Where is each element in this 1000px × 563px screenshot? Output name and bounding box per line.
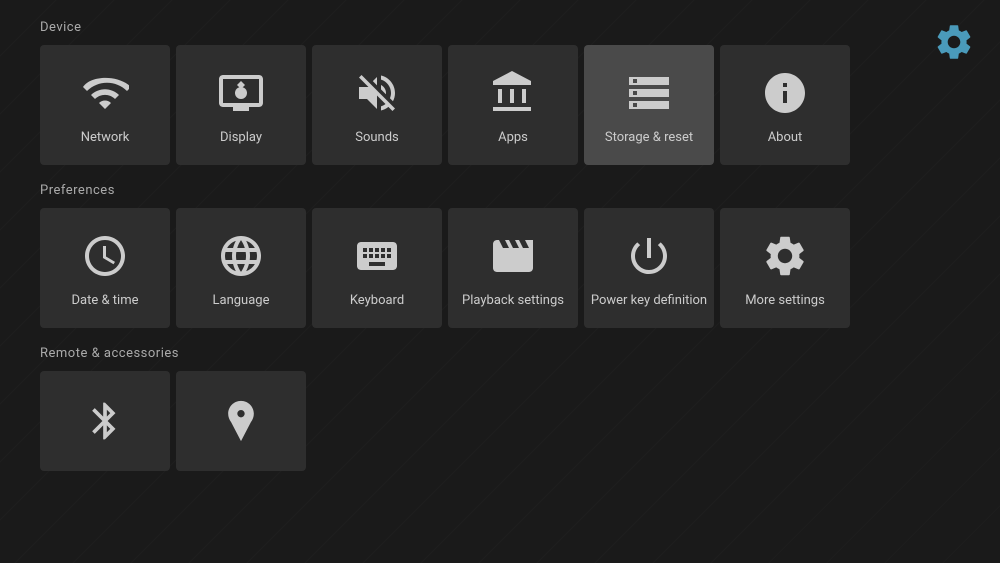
language-icon	[214, 229, 268, 283]
playback-icon	[486, 229, 540, 283]
tile-keyboard-label: Keyboard	[350, 293, 404, 308]
tile-datetime[interactable]: Date & time	[40, 208, 170, 328]
display-icon	[214, 66, 268, 120]
tile-powerkey-label: Power key definition	[591, 293, 707, 308]
tile-playback[interactable]: Playback settings	[448, 208, 578, 328]
main-content: Device Network Display Sounds	[0, 0, 1000, 491]
tile-about-label: About	[768, 130, 803, 145]
tile-sounds-label: Sounds	[355, 130, 399, 145]
storage-icon	[622, 66, 676, 120]
tile-network[interactable]: Network	[40, 45, 170, 165]
tile-more-settings[interactable]: More settings	[720, 208, 850, 328]
tile-apps-label: Apps	[498, 130, 528, 145]
sounds-icon	[350, 66, 404, 120]
tile-more-settings-label: More settings	[745, 293, 825, 308]
tile-powerkey[interactable]: Power key definition	[584, 208, 714, 328]
tile-about[interactable]: About	[720, 45, 850, 165]
bluetooth-icon	[83, 399, 127, 443]
more-settings-icon	[758, 229, 812, 283]
tile-storage-label: Storage & reset	[605, 130, 693, 145]
power-icon	[622, 229, 676, 283]
tile-remote[interactable]	[176, 371, 306, 471]
tile-language[interactable]: Language	[176, 208, 306, 328]
remote-icon	[219, 399, 263, 443]
device-grid: Network Display Sounds Apps	[40, 45, 960, 165]
device-section-label: Device	[40, 20, 960, 35]
tile-language-label: Language	[213, 293, 270, 308]
info-icon	[758, 66, 812, 120]
tile-display-label: Display	[220, 130, 262, 145]
tile-network-label: Network	[81, 130, 130, 145]
keyboard-icon	[350, 229, 404, 283]
tile-datetime-label: Date & time	[72, 293, 139, 308]
clock-icon	[78, 229, 132, 283]
remote-grid	[40, 371, 960, 471]
preferences-grid: Date & time Language Keyboard Playback s…	[40, 208, 960, 328]
tile-sounds[interactable]: Sounds	[312, 45, 442, 165]
tile-bluetooth[interactable]	[40, 371, 170, 471]
tile-apps[interactable]: Apps	[448, 45, 578, 165]
apps-icon	[486, 66, 540, 120]
preferences-section-label: Preferences	[40, 183, 960, 198]
tile-storage[interactable]: Storage & reset	[584, 45, 714, 165]
tile-keyboard[interactable]: Keyboard	[312, 208, 442, 328]
remote-section-label: Remote & accessories	[40, 346, 960, 361]
tile-playback-label: Playback settings	[462, 293, 564, 308]
wifi-icon	[78, 66, 132, 120]
tile-display[interactable]: Display	[176, 45, 306, 165]
